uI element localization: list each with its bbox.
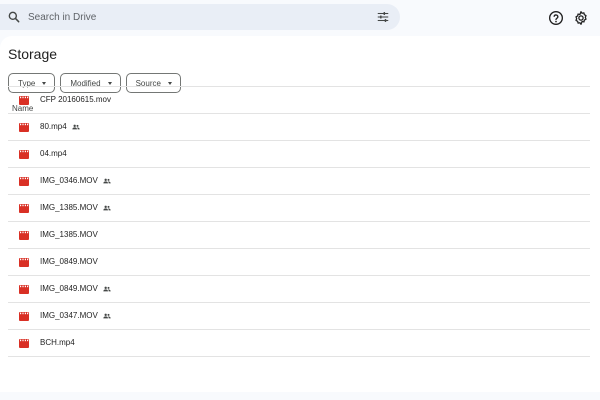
top-bar bbox=[0, 0, 600, 36]
table-row[interactable]: BCH.mp4 bbox=[8, 330, 590, 357]
search-input[interactable] bbox=[28, 8, 358, 26]
file-name-cell: IMG_0849.MOV bbox=[40, 284, 111, 293]
table-row[interactable]: 80.mp4 bbox=[8, 114, 590, 141]
file-name-cell: BCH.mp4 bbox=[40, 338, 75, 347]
file-name: CFP 20160615.mov bbox=[40, 95, 112, 104]
dropdown-caret-icon bbox=[167, 81, 172, 85]
video-file-icon bbox=[19, 312, 29, 321]
file-name-cell: IMG_1385.MOV bbox=[40, 203, 111, 212]
file-name-cell: IMG_0346.MOV bbox=[40, 176, 111, 185]
search-icon[interactable] bbox=[7, 10, 21, 24]
file-name-cell: IMG_0849.MOV bbox=[40, 257, 98, 266]
file-name: BCH.mp4 bbox=[40, 338, 75, 347]
dropdown-caret-icon bbox=[42, 81, 47, 85]
file-name: IMG_0346.MOV bbox=[40, 176, 98, 185]
video-file-icon bbox=[19, 231, 29, 240]
file-name: 04.mp4 bbox=[40, 149, 67, 158]
bottom-strip bbox=[0, 392, 600, 400]
table-row[interactable]: IMG_0346.MOV bbox=[8, 168, 590, 195]
file-name-cell: 80.mp4 bbox=[40, 122, 80, 131]
video-file-icon bbox=[19, 285, 29, 294]
table-row[interactable]: IMG_1385.MOV bbox=[8, 222, 590, 249]
search-bar[interactable] bbox=[0, 4, 400, 30]
video-file-icon bbox=[19, 177, 29, 186]
table-row[interactable]: IMG_0849.MOV bbox=[8, 249, 590, 276]
file-name: IMG_0347.MOV bbox=[40, 311, 98, 320]
file-name: IMG_1385.MOV bbox=[40, 203, 98, 212]
table-row[interactable]: IMG_1385.MOV bbox=[8, 195, 590, 222]
file-name: IMG_1385.MOV bbox=[40, 230, 98, 239]
shared-people-icon bbox=[72, 124, 80, 129]
page-title: Storage bbox=[8, 46, 58, 62]
video-file-icon bbox=[19, 339, 29, 348]
settings-icon[interactable] bbox=[573, 10, 589, 26]
help-icon[interactable] bbox=[548, 10, 564, 26]
table-row[interactable]: IMG_0347.MOV bbox=[8, 303, 590, 330]
file-name-cell: IMG_0347.MOV bbox=[40, 311, 111, 320]
file-name-cell: IMG_1385.MOV bbox=[40, 230, 98, 239]
dropdown-caret-icon bbox=[107, 81, 112, 85]
tune-icon[interactable] bbox=[376, 10, 390, 24]
table-row[interactable]: 04.mp4 bbox=[8, 141, 590, 168]
file-name: IMG_0849.MOV bbox=[40, 284, 98, 293]
video-file-icon bbox=[19, 204, 29, 213]
video-file-icon bbox=[19, 258, 29, 267]
table-row[interactable]: CFP 20160615.mov bbox=[8, 87, 590, 114]
file-list: CFP 20160615.mov 80.mp4 04.mp4 IMG_0346.MOV… bbox=[8, 87, 590, 357]
video-file-icon bbox=[19, 123, 29, 132]
shared-people-icon bbox=[103, 178, 111, 183]
shared-people-icon bbox=[103, 286, 111, 291]
file-name: IMG_0849.MOV bbox=[40, 257, 98, 266]
file-name-cell: 04.mp4 bbox=[40, 149, 67, 158]
file-name: 80.mp4 bbox=[40, 122, 67, 131]
table-row[interactable]: IMG_0849.MOV bbox=[8, 276, 590, 303]
video-file-icon bbox=[19, 96, 29, 105]
shared-people-icon bbox=[103, 313, 111, 318]
video-file-icon bbox=[19, 150, 29, 159]
shared-people-icon bbox=[103, 205, 111, 210]
file-name-cell: CFP 20160615.mov bbox=[40, 95, 111, 104]
